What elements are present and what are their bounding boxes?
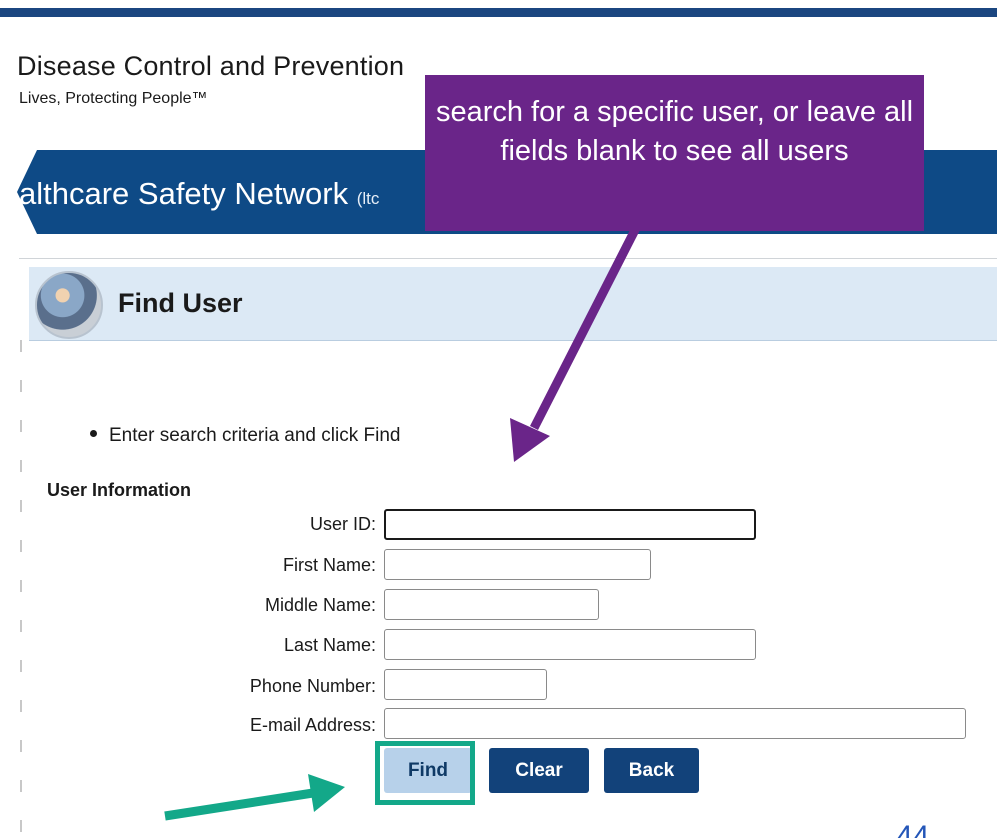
cdc-tagline: Lives, Protecting People™: [19, 90, 208, 107]
users-photo-icon: [35, 271, 103, 339]
user-id-input[interactable]: [384, 509, 756, 540]
slide-number: 44: [896, 820, 930, 838]
last-name-label: Last Name:: [283, 635, 376, 655]
instruction-text: Enter search criteria and click Find: [109, 425, 401, 446]
back-button[interactable]: Back: [604, 748, 699, 793]
first-name-label: First Name:: [282, 555, 376, 575]
first-name-input[interactable]: [384, 549, 651, 580]
purple-arrow-icon: [510, 225, 641, 462]
find-user-header: Find User: [29, 267, 997, 341]
user-id-label: User ID:: [309, 514, 376, 534]
email-address-label: E-mail Address:: [249, 715, 376, 735]
clear-button[interactable]: Clear: [489, 748, 589, 793]
nhsn-title-text: althcare Safety Network: [19, 176, 349, 211]
bullet-icon: [90, 430, 97, 438]
cdc-title: Disease Control and Prevention: [17, 51, 405, 81]
middle-name-label: Middle Name:: [264, 595, 376, 615]
nhsn-subtitle: (ltc: [356, 189, 380, 208]
phone-number-input[interactable]: [384, 669, 547, 700]
instruction-list-item: Enter search criteria and click Find: [90, 425, 400, 447]
content-divider: [19, 258, 997, 259]
page-title: Find User: [118, 288, 243, 318]
middle-name-input[interactable]: [384, 589, 599, 620]
top-accent-bar: [0, 8, 997, 17]
find-button-highlight: [375, 741, 475, 805]
phone-number-label: Phone Number:: [249, 676, 376, 696]
nhsn-title: althcare Safety Network (ltc: [19, 176, 379, 212]
annotation-callout: search for a specific user, or leave all…: [425, 75, 924, 231]
left-dashed-border: [20, 340, 22, 838]
last-name-input[interactable]: [384, 629, 756, 660]
teal-arrow-icon: [164, 774, 345, 821]
email-address-input[interactable]: [384, 708, 966, 739]
section-heading: User Information: [47, 480, 192, 500]
